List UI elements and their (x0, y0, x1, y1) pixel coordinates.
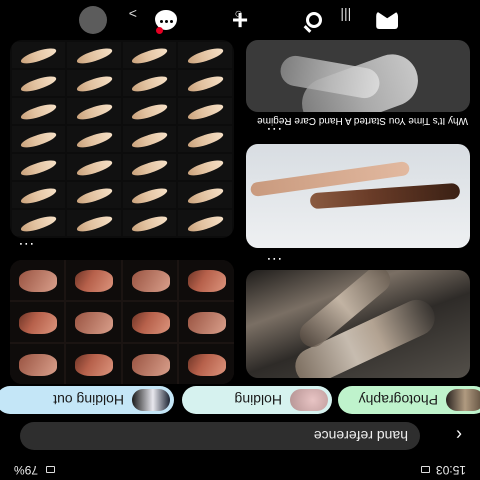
photo-grid (10, 260, 234, 384)
pin-hand-poses-grid[interactable] (10, 260, 234, 384)
grid-cell (123, 98, 177, 124)
grid-cell (123, 260, 178, 300)
grid-cell (179, 260, 234, 300)
grid-cell (123, 210, 177, 236)
grid-cell (10, 344, 65, 384)
grid-cell (67, 42, 121, 68)
grid-cell (12, 70, 66, 96)
search-query: hand reference (313, 428, 408, 444)
pin-hand-photo[interactable] (246, 270, 470, 378)
chip-label: Holding (234, 392, 282, 408)
grid-cell (123, 126, 177, 152)
grid-cell (12, 42, 66, 68)
chip-thumbnail (446, 389, 480, 411)
chip-thumbnail (132, 389, 170, 411)
screen: 15:03 79% ‹ hand reference Photography H… (0, 0, 480, 480)
filter-chips: Photography Holding Holding out (0, 384, 480, 414)
grid-cell (179, 344, 234, 384)
chip-label: Photography (358, 392, 438, 408)
grid-cell (12, 182, 66, 208)
grid-cell (12, 210, 66, 236)
grid-cell (67, 126, 121, 152)
grid-cell (67, 98, 121, 124)
chip-thumbnail (290, 389, 328, 411)
grid-cell (179, 302, 234, 342)
pin-feed: ... ... Why It's Time You Started A Hand… (0, 40, 480, 384)
grid-cell (123, 182, 177, 208)
grid-cell (123, 70, 177, 96)
grid-cell (123, 42, 177, 68)
pin-hand-sketch[interactable] (246, 40, 470, 112)
grid-cell (178, 154, 232, 180)
more-options-icon[interactable]: ... (266, 254, 282, 271)
search-row: ‹ hand reference (0, 416, 480, 456)
more-options-icon[interactable]: ... (18, 238, 34, 256)
grid-cell (67, 210, 121, 236)
arm-shape (309, 182, 461, 210)
grid-cell (67, 182, 121, 208)
grid-cell (12, 154, 66, 180)
chip-holding-out[interactable]: Holding out (0, 386, 174, 414)
status-bar: 15:03 79% (0, 460, 480, 480)
back-arrow-icon[interactable]: ‹ (448, 424, 470, 446)
search-input[interactable]: hand reference (20, 422, 420, 450)
chip-holding[interactable]: Holding (182, 386, 332, 414)
status-time: 15:03 (435, 463, 466, 477)
wifi-icon (46, 466, 56, 474)
grid-cell (67, 154, 121, 180)
system-home-button[interactable]: ○ (234, 5, 242, 21)
grid-cell (178, 42, 232, 68)
grid-cell (66, 302, 121, 342)
system-nav-bar: < ○ ||| (0, 0, 480, 26)
grid-cell (12, 126, 66, 152)
chip-label: Holding out (53, 392, 124, 408)
grid-cell (67, 70, 121, 96)
pin-hands-reaching[interactable] (246, 144, 470, 248)
grid-cell (178, 70, 232, 96)
more-options-icon[interactable]: ... (266, 124, 282, 141)
pin-hand-reference-sheet[interactable] (10, 40, 234, 238)
grid-cell (66, 344, 121, 384)
notification-icon (420, 466, 430, 474)
system-recents-button[interactable]: ||| (340, 5, 351, 21)
grid-cell (178, 182, 232, 208)
pin-caption: Why It's Time You Started A Hand Care Re… (257, 115, 468, 126)
grid-cell (123, 154, 177, 180)
grid-cell (123, 344, 178, 384)
photo-grid (12, 42, 232, 236)
system-back-button[interactable]: < (129, 5, 137, 21)
grid-cell (10, 302, 65, 342)
battery-text: 79% (14, 463, 39, 477)
grid-cell (123, 302, 178, 342)
grid-cell (10, 260, 65, 300)
grid-cell (12, 98, 66, 124)
grid-cell (178, 210, 232, 236)
chip-photography[interactable]: Photography (338, 386, 480, 414)
grid-cell (178, 98, 232, 124)
grid-cell (66, 260, 121, 300)
grid-cell (178, 126, 232, 152)
